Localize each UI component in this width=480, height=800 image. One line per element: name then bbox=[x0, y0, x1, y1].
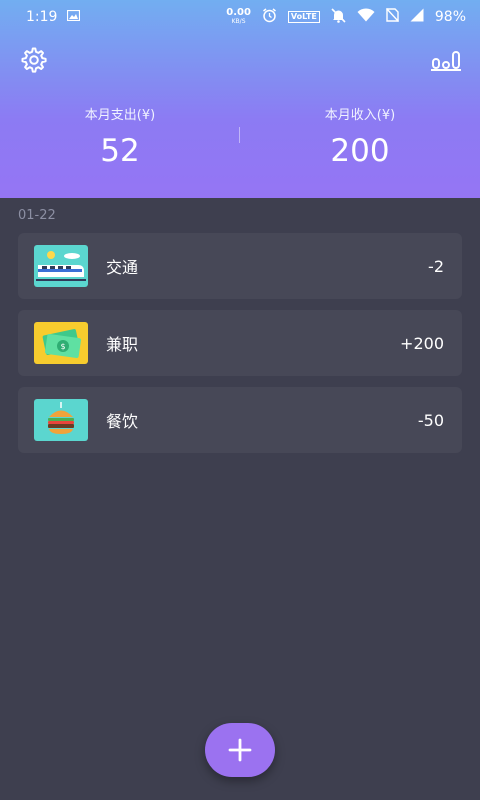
wifi-icon bbox=[357, 8, 375, 26]
expense-label: 本月支出(¥) bbox=[84, 108, 156, 123]
gear-icon bbox=[21, 47, 47, 73]
date-group-label: 01-22 bbox=[18, 208, 56, 223]
signal-icon bbox=[410, 8, 424, 26]
add-record-button[interactable] bbox=[205, 723, 275, 777]
battery-level: 98% bbox=[434, 9, 466, 25]
record-row[interactable]: $ 兼职 +200 bbox=[18, 310, 462, 376]
chart-button[interactable] bbox=[431, 46, 461, 74]
no-sim-icon bbox=[385, 8, 399, 26]
plus-icon bbox=[228, 738, 252, 762]
record-amount: +200 bbox=[400, 333, 444, 353]
status-time: 1:19 bbox=[26, 9, 58, 25]
record-category: 交通 bbox=[106, 258, 139, 277]
income-value: 200 bbox=[330, 133, 390, 169]
record-amount: -50 bbox=[417, 410, 444, 430]
cash-icon: $ bbox=[34, 322, 88, 364]
record-category: 餐饮 bbox=[106, 412, 139, 431]
burger-icon bbox=[34, 399, 88, 441]
mute-icon bbox=[331, 7, 346, 27]
train-icon bbox=[34, 245, 88, 287]
record-amount: -2 bbox=[428, 256, 444, 276]
image-notification-icon bbox=[67, 9, 81, 25]
net-speed: 0.00 KB/S bbox=[226, 7, 251, 26]
income-label: 本月收入(¥) bbox=[324, 108, 396, 123]
chart-icon bbox=[431, 51, 461, 71]
svg-text:$: $ bbox=[60, 342, 65, 351]
alarm-icon bbox=[262, 7, 277, 27]
record-category: 兼职 bbox=[106, 335, 139, 354]
monthly-summary: 本月支出(¥) 52 本月收入(¥) 200 bbox=[0, 100, 480, 170]
expense-value: 52 bbox=[100, 133, 140, 169]
settings-button[interactable] bbox=[19, 46, 49, 74]
summary-divider bbox=[239, 127, 240, 143]
status-bar: 1:19 0.00 KB/S VoLTE 98% bbox=[0, 0, 480, 34]
record-row[interactable]: 餐饮 -50 bbox=[18, 387, 462, 453]
record-row[interactable]: 交通 -2 bbox=[18, 233, 462, 299]
income-summary: 本月收入(¥) 200 bbox=[240, 100, 480, 170]
expense-summary: 本月支出(¥) 52 bbox=[0, 100, 240, 170]
volte-badge: VoLTE bbox=[287, 11, 320, 23]
